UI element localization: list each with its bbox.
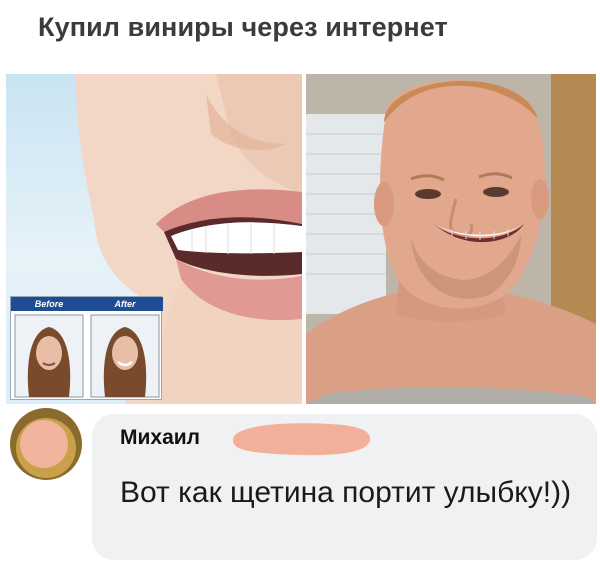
veneer-ad-photo[interactable]: Before After: [6, 74, 302, 404]
comment-author-name[interactable]: Михаил: [120, 426, 200, 450]
redacted-surname-blot: [232, 423, 371, 456]
user-avatar-image: [10, 408, 82, 480]
before-after-portraits: [14, 314, 160, 398]
after-label: After: [87, 297, 163, 311]
man-with-veneers-photo[interactable]: [306, 74, 596, 404]
avatar[interactable]: [10, 408, 82, 480]
comment-text: Вот как щетина портит улыбку!)): [120, 476, 572, 509]
post-title: Купил виниры через интернет: [38, 12, 448, 42]
before-after-inset: Before After: [10, 296, 163, 400]
man-portrait: [306, 74, 596, 404]
before-label: Before: [11, 297, 87, 311]
